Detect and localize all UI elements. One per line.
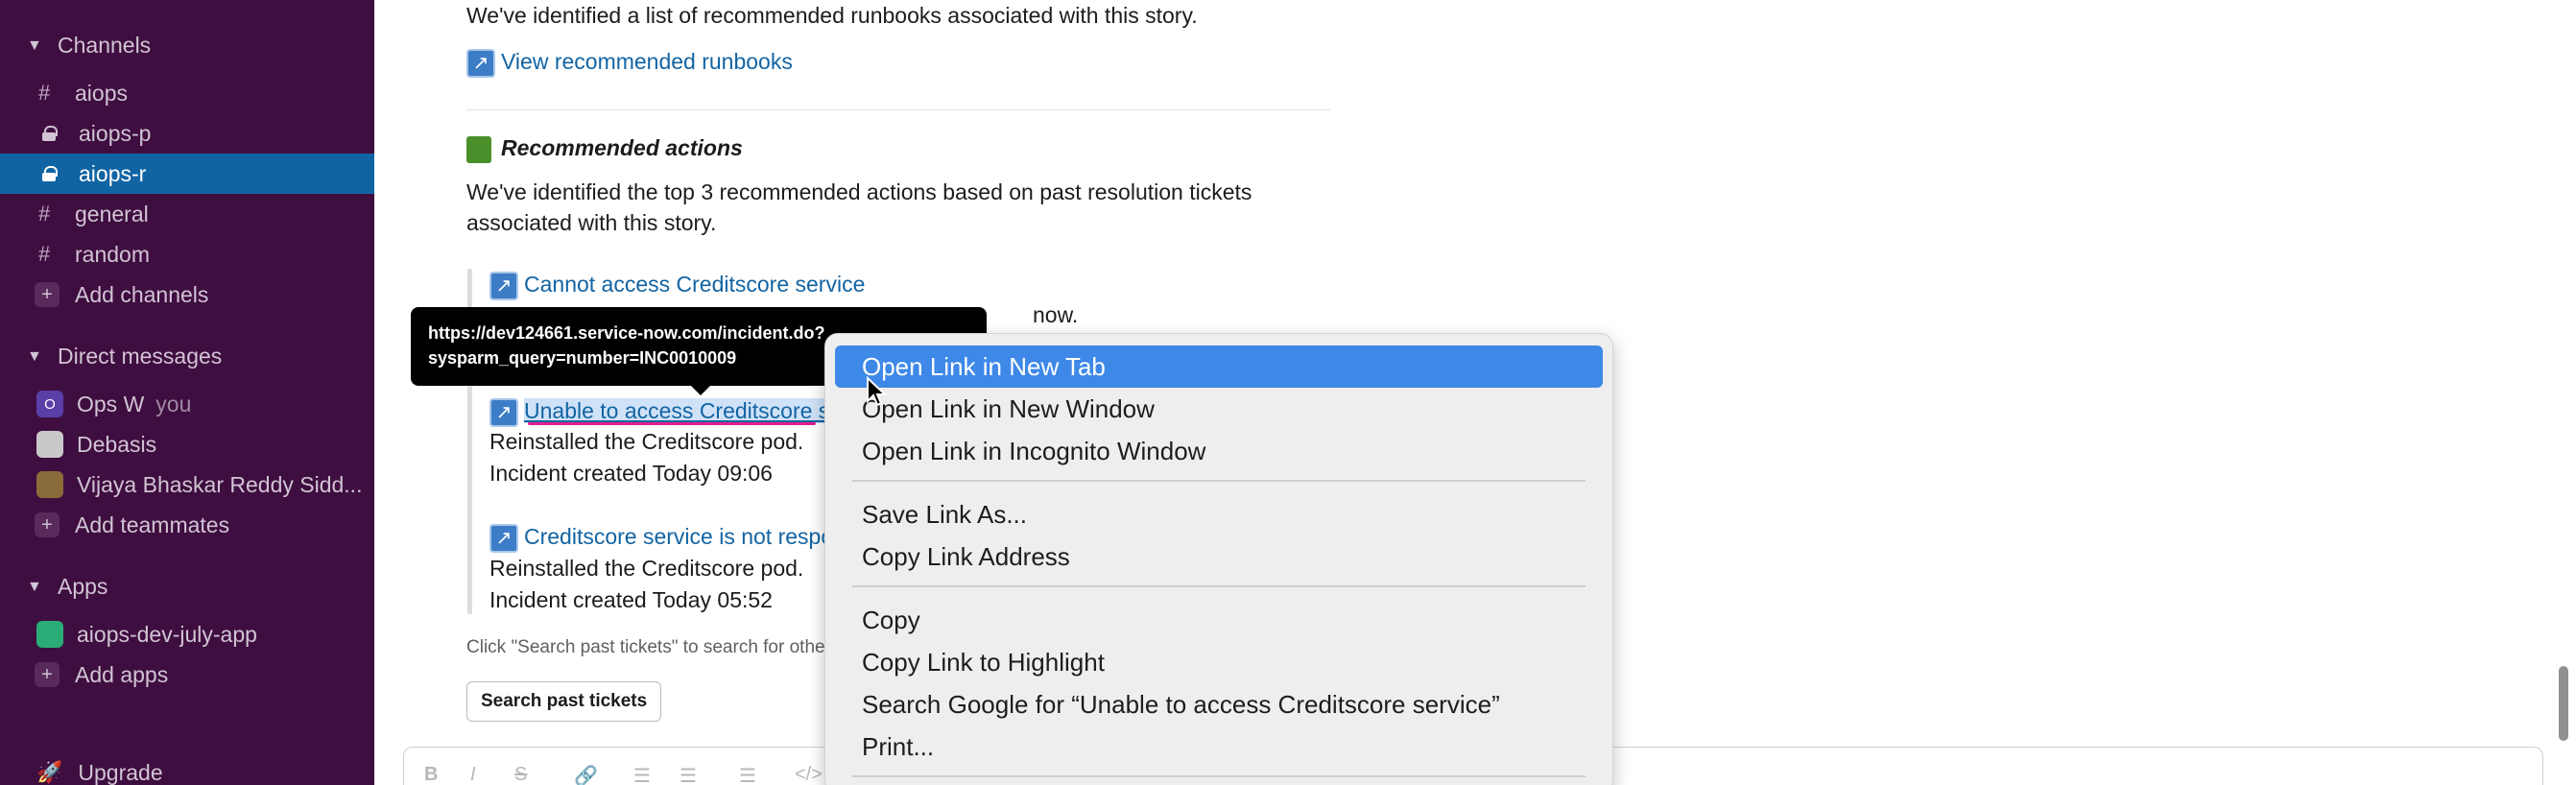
ticket-3-created: Incident created Today 05:52 [489, 587, 773, 612]
link-arrow-icon: ↗ [466, 48, 495, 78]
sidebar-item-aiops-r[interactable]: aiops-r [0, 154, 374, 194]
channel-name: aiops-r [79, 160, 147, 186]
actions-description-2: associated with this story. [466, 210, 717, 235]
ticket-2-created: Incident created Today 09:06 [489, 461, 773, 486]
menu-separator [852, 480, 1586, 482]
add-teammates-label: Add teammates [75, 511, 230, 537]
ticket-title-3: Creditscore service is not respon [524, 524, 846, 549]
ticket-title-1: Cannot access Creditscore service [524, 272, 866, 297]
sidebar-item-aiops[interactable]: # aiops [0, 73, 374, 113]
menu-item-save-link-as[interactable]: Save Link As... [835, 493, 1603, 535]
menu-separator [852, 775, 1586, 777]
menu-separator [852, 585, 1586, 587]
dm-item-ops-w[interactable]: O Ops W you [0, 384, 374, 424]
upgrade-label: Upgrade [78, 759, 163, 785]
menu-item-open-new-window[interactable]: Open Link in New Window [835, 388, 1603, 430]
channels-section-header[interactable]: ▼ Channels [27, 33, 151, 59]
menu-item-copy[interactable]: Copy [835, 599, 1603, 641]
lock-icon [42, 126, 58, 141]
bulleted-list-icon[interactable]: ☰ [680, 764, 697, 785]
view-runbooks-label: View recommended runbooks [501, 49, 793, 74]
channels-header-label: Channels [58, 33, 152, 58]
direct-messages-section-header[interactable]: ▼ Direct messages [27, 344, 222, 369]
channel-name: aiops-p [79, 120, 152, 146]
apps-header-label: Apps [58, 574, 108, 599]
search-past-tickets-button[interactable]: Search past tickets [466, 681, 662, 722]
book-icon [466, 135, 491, 163]
divider [466, 109, 1330, 110]
sidebar-item-general[interactable]: # general [0, 194, 374, 234]
caret-down-icon: ▼ [27, 578, 42, 595]
strikethrough-icon[interactable]: S [514, 764, 527, 785]
actions-description-1: We've identified the top 3 recommended a… [466, 179, 1252, 204]
blockquote-icon[interactable]: ☰ [739, 764, 756, 785]
dm-name: Vijaya Bhaskar Reddy Sidd... [77, 471, 363, 497]
plus-icon: + [35, 512, 60, 537]
upgrade-button[interactable]: 🚀 Upgrade [0, 752, 374, 785]
context-menu: Open Link in New Tab Open Link in New Wi… [824, 333, 1613, 785]
menu-item-open-new-tab[interactable]: Open Link in New Tab [835, 345, 1603, 388]
sidebar-item-aiops-p[interactable]: aiops-p [0, 113, 374, 154]
ticket-2-detail: Reinstalled the Creditscore pod. [489, 429, 804, 454]
runbooks-description: We've identified a list of recommended r… [466, 3, 1198, 28]
sidebar: ▼ Channels # aiops aiops-p aiops-r # gen… [0, 0, 374, 785]
menu-item-print[interactable]: Print... [835, 726, 1603, 768]
menu-item-search-google[interactable]: Search Google for “Unable to access Cred… [835, 683, 1603, 726]
caret-down-icon: ▼ [27, 347, 42, 365]
ticket-link-1[interactable]: ↗ Cannot access Creditscore service [489, 269, 865, 300]
caret-down-icon: ▼ [27, 36, 42, 54]
menu-item-open-incognito[interactable]: Open Link in Incognito Window [835, 430, 1603, 472]
avatar [36, 431, 63, 458]
mouse-pointer-icon [867, 376, 888, 407]
lock-icon [42, 166, 58, 181]
search-hint: Click "Search past tickets" to search fo… [466, 637, 825, 657]
add-channels-label: Add channels [75, 281, 209, 307]
scrollbar[interactable] [2559, 666, 2568, 741]
ticket-link-3[interactable]: ↗ Creditscore service is not respon [489, 521, 846, 553]
view-runbooks-link[interactable]: ↗ View recommended runbooks [466, 46, 793, 78]
avatar: O [36, 391, 63, 417]
channel-name: aiops [75, 80, 128, 106]
channel-name: general [75, 201, 149, 226]
italic-icon[interactable]: I [470, 764, 476, 785]
dm-name: Debasis [77, 431, 157, 457]
link-arrow-icon: ↗ [489, 271, 518, 300]
ticket-3-detail: Reinstalled the Creditscore pod. [489, 556, 804, 581]
app-name: aiops-dev-july-app [77, 621, 257, 647]
code-icon[interactable]: </> [795, 764, 823, 785]
dm-item-debasis[interactable]: Debasis [0, 424, 374, 464]
hash-icon: # [38, 81, 51, 105]
add-channels-button[interactable]: + Add channels [0, 274, 374, 315]
you-label: you [155, 391, 192, 416]
link-arrow-icon: ↗ [489, 523, 518, 553]
dm-header-label: Direct messages [58, 344, 223, 369]
add-teammates-button[interactable]: + Add teammates [0, 505, 374, 545]
bold-icon[interactable]: B [424, 764, 438, 785]
apps-section-header[interactable]: ▼ Apps [27, 574, 107, 600]
app-avatar [36, 621, 63, 648]
avatar [36, 471, 63, 498]
plus-icon: + [35, 282, 60, 307]
menu-item-copy-link-to-highlight[interactable]: Copy Link to Highlight [835, 641, 1603, 683]
link-arrow-icon: ↗ [489, 397, 518, 427]
recommended-actions-title: Recommended actions [466, 132, 743, 163]
dm-name: Ops W [77, 391, 145, 416]
menu-item-copy-link-address[interactable]: Copy Link Address [835, 535, 1603, 578]
ticket-1-detail: now. [1033, 302, 1079, 327]
rocket-icon: 🚀 [36, 760, 63, 784]
hash-icon: # [38, 242, 51, 266]
add-apps-label: Add apps [75, 661, 169, 687]
channel-name: random [75, 241, 150, 267]
sidebar-item-random[interactable]: # random [0, 234, 374, 274]
spellcheck-underline [528, 422, 816, 425]
app-item-aiops-dev-july-app[interactable]: aiops-dev-july-app [0, 614, 374, 654]
link-icon[interactable]: 🔗 [574, 764, 598, 785]
add-apps-button[interactable]: + Add apps [0, 654, 374, 695]
actions-title-label: Recommended actions [501, 135, 743, 160]
plus-icon: + [35, 662, 60, 687]
dm-item-vijaya[interactable]: Vijaya Bhaskar Reddy Sidd... [0, 464, 374, 505]
ticket-title-2: Unable to access Creditscore se [524, 398, 843, 423]
numbered-list-icon[interactable]: ☰ [633, 764, 651, 785]
hash-icon: # [38, 202, 51, 226]
